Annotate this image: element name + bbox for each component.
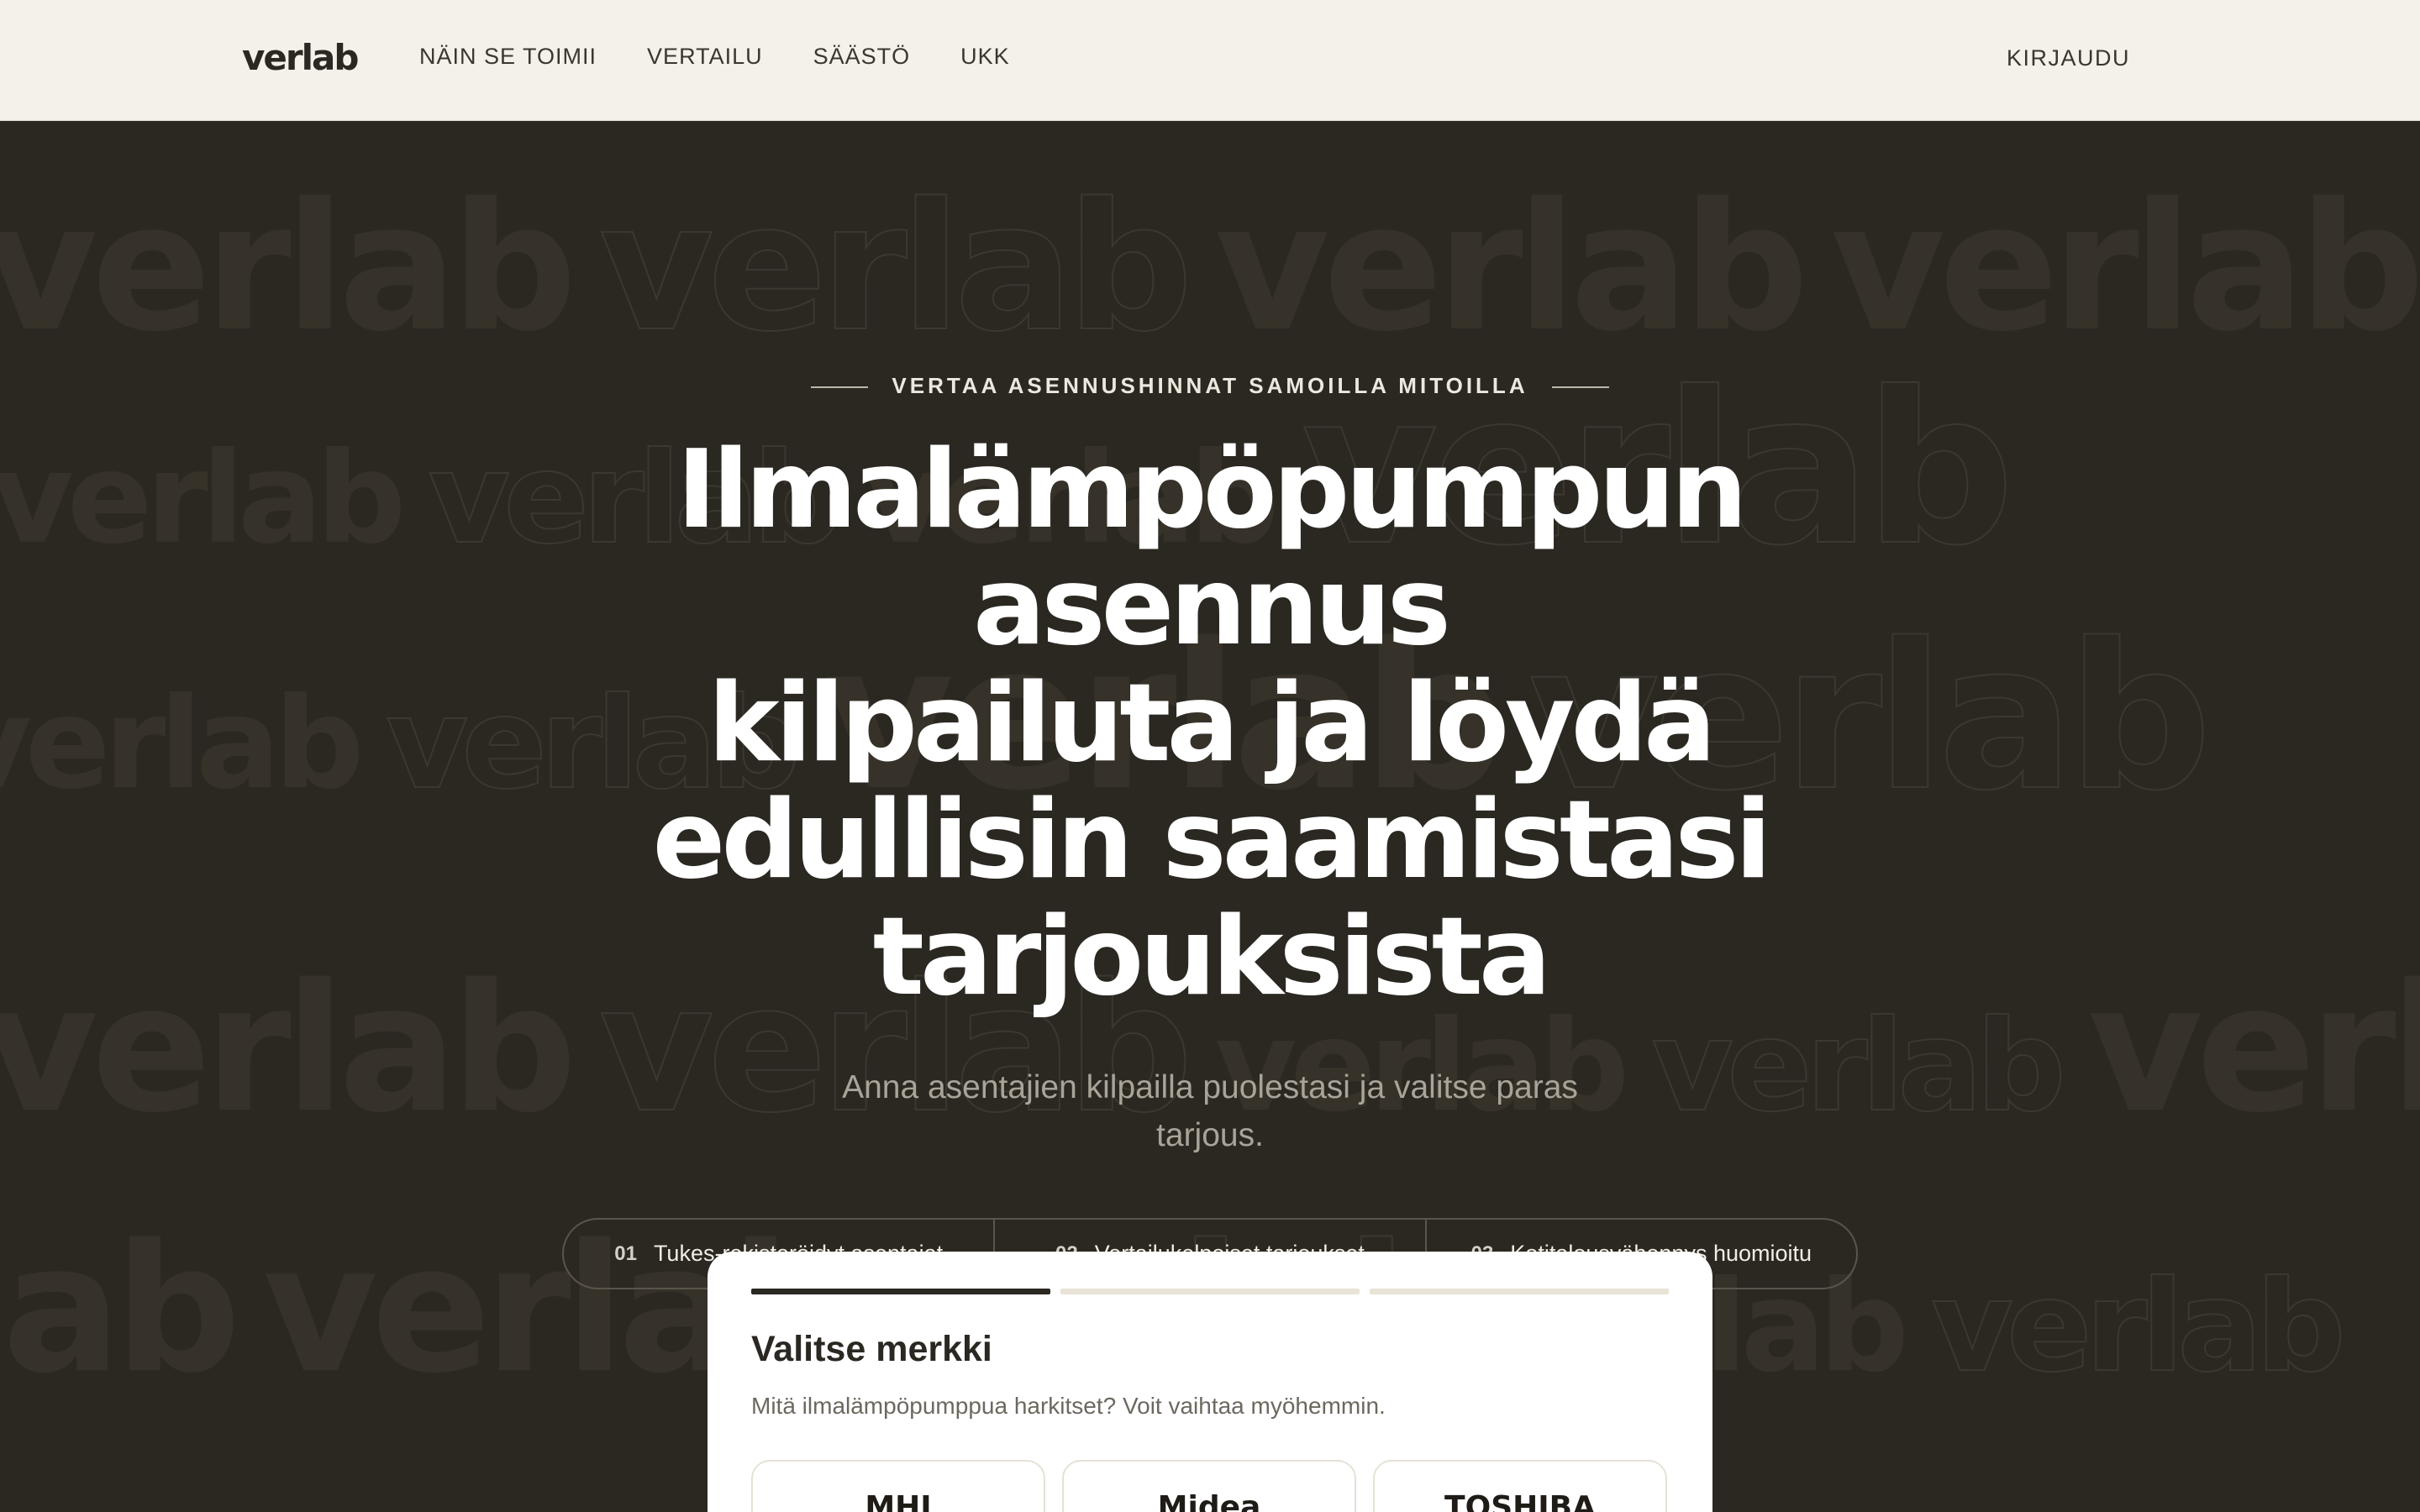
brand-options: MHI Midea TOSHIBA <box>751 1460 1667 1512</box>
headline-line: Ilmalämpöpumpun <box>676 428 1747 553</box>
headline-line: kilpailuta ja löydä <box>708 661 1717 786</box>
hero-eyebrow: VERTAA ASENNUSHINNAT SAMOILLA MITOILLA <box>0 373 2420 399</box>
progress-step-3 <box>1370 1289 1669 1294</box>
nav-link-comparison[interactable]: VERTAILU <box>647 44 763 70</box>
brand-selection-card: Valitse merkki Mitä ilmalämpöpumppua har… <box>708 1252 1712 1512</box>
site-header: verlab NÄIN SE TOIMII VERTAILU SÄÄSTÖ UK… <box>0 0 2420 121</box>
watermark-row: verlabverlabverlabverlab <box>0 165 2420 370</box>
hero-subtitle: Anna asentajien kilpailla puolestasi ja … <box>842 1069 1578 1153</box>
nav-link-how-it-works[interactable]: NÄIN SE TOIMII <box>419 44 597 70</box>
brand-option-toshiba[interactable]: TOSHIBA <box>1373 1460 1667 1512</box>
card-title: Valitse merkki <box>751 1329 992 1369</box>
brand-option-midea[interactable]: Midea <box>1062 1460 1356 1512</box>
headline-line: edullisin saamistasi <box>652 778 1772 903</box>
step-progress <box>751 1289 1669 1294</box>
feature-number: 01 <box>614 1242 637 1265</box>
nav-link-faq[interactable]: UKK <box>960 44 1010 70</box>
login-link[interactable]: KIRJAUDU <box>2007 45 2130 71</box>
card-subtitle: Mitä ilmalämpöpumppua harkitset? Voit va… <box>751 1393 1386 1419</box>
eyebrow-text: VERTAA ASENNUSHINNAT SAMOILLA MITOILLA <box>892 373 1528 398</box>
hero-headline: Ilmalämpöpumpun asennus kilpailuta ja lö… <box>538 432 1882 1016</box>
nav-link-savings[interactable]: SÄÄSTÖ <box>813 44 911 70</box>
headline-line: tarjouksista <box>872 895 1552 1020</box>
progress-step-2 <box>1060 1289 1360 1294</box>
main-nav: NÄIN SE TOIMII VERTAILU SÄÄSTÖ UKK <box>419 44 1010 70</box>
brand-option-mhi[interactable]: MHI <box>751 1460 1045 1512</box>
headline-line: asennus <box>973 544 1451 669</box>
progress-step-1 <box>751 1289 1050 1294</box>
logo[interactable]: verlab <box>242 37 359 78</box>
eyebrow-divider-left <box>811 386 869 389</box>
eyebrow-divider-right <box>1551 386 1609 389</box>
